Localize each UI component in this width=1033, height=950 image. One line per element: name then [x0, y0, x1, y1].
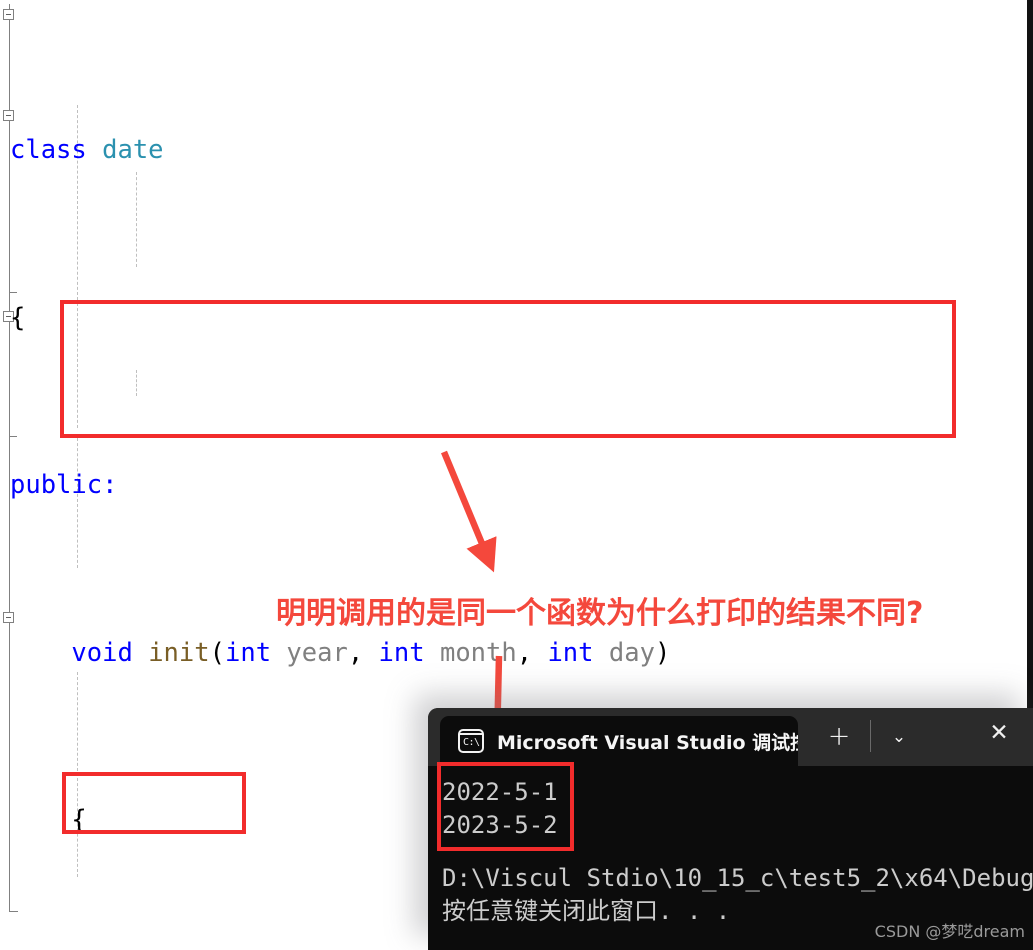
code-line-2[interactable]: { — [0, 302, 1033, 336]
token-brace-open: { — [10, 302, 26, 333]
screenshot-root: class date { public: void init(int year,… — [0, 0, 1033, 950]
console-icon: C:\ — [458, 729, 484, 753]
token-comma-1: , — [347, 637, 364, 668]
editor-right-edge — [1027, 0, 1033, 708]
token-keyword-int-2: int — [378, 637, 425, 668]
token-keyword-class: class — [10, 135, 87, 165]
code-line-3[interactable]: public: — [0, 469, 1033, 503]
token-paren-open-1: ( — [209, 637, 225, 668]
console-window[interactable]: C:\ Microsoft Visual Studio 调试控 ✕ + ⌄ 20… — [428, 708, 1033, 950]
console-path-line: D:\Viscul Stdio\10_15_c\test5_2\x64\Debu… — [442, 864, 1033, 892]
token-type-date: date — [102, 135, 164, 165]
code-line-4[interactable]: void init(int year, int month, int day) — [0, 637, 1033, 671]
token-keyword-public: public: — [10, 470, 118, 500]
token-comma-2: , — [516, 637, 533, 668]
token-fn-init: init — [148, 637, 210, 668]
annotation-question-text: 明明调用的是同一个函数为什么打印的结果不同? — [276, 596, 924, 631]
console-tab[interactable]: C:\ Microsoft Visual Studio 调试控 — [440, 716, 798, 766]
csdn-watermark: CSDN @梦呓dream — [874, 922, 1025, 941]
token-param-year: year — [286, 637, 348, 668]
chevron-down-icon[interactable]: ⌄ — [884, 724, 914, 750]
console-icon-text: C:\ — [463, 737, 480, 748]
token-param-day: day — [608, 637, 655, 668]
token-keyword-int-1: int — [224, 637, 272, 668]
console-output-line-1: 2022-5-1 — [442, 778, 558, 806]
token-keyword-void-init: void — [71, 637, 133, 668]
close-icon[interactable]: ✕ — [987, 721, 1011, 745]
console-tab-title: Microsoft Visual Studio 调试控 — [497, 731, 798, 754]
token-param-month: month — [439, 637, 517, 668]
console-titlebar[interactable]: C:\ Microsoft Visual Studio 调试控 ✕ + ⌄ — [428, 708, 1033, 766]
code-line-1[interactable]: class date — [0, 134, 1033, 168]
token-brace-open-2: { — [71, 805, 87, 835]
token-paren-close-1: ) — [654, 637, 671, 668]
new-tab-icon[interactable]: + — [826, 723, 852, 750]
tab-divider — [870, 720, 871, 752]
token-keyword-int-3: int — [547, 637, 594, 668]
console-output-line-2: 2023-5-2 — [442, 811, 558, 839]
